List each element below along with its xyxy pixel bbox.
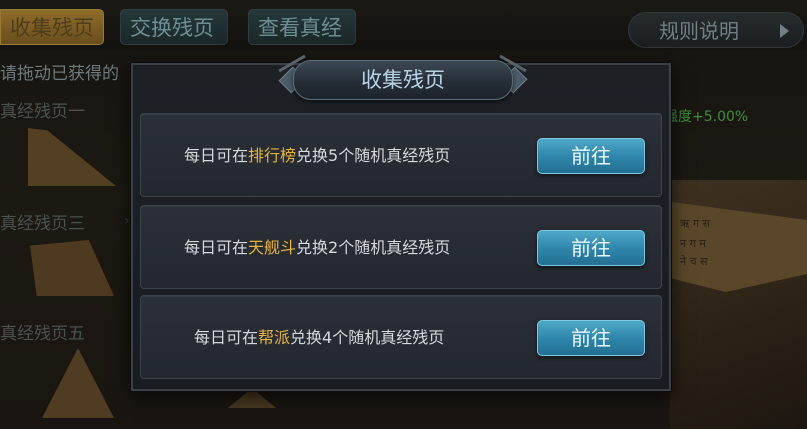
scrap-1-image[interactable] xyxy=(28,128,116,186)
bonus-strength-text: 强度+5.00% xyxy=(664,109,749,125)
chevron-right-icon: › xyxy=(124,213,130,229)
row-description: 每日可在天舰斗兑换2个随机真经残页 xyxy=(184,238,451,257)
goto-button[interactable]: 前往 xyxy=(537,230,645,266)
rules-button[interactable]: 规则说明 xyxy=(628,12,804,48)
source-row-arena: 每日可在天舰斗兑换2个随机真经残页 前往 xyxy=(140,205,662,289)
tab-exchange-pages[interactable]: 交换残页 xyxy=(120,9,228,45)
page-label-3: 真经残页三 xyxy=(0,214,85,234)
tab-view-scripture[interactable]: 查看真经 xyxy=(248,9,356,45)
goto-button[interactable]: 前往 xyxy=(537,320,645,356)
bottom-scrap-image xyxy=(228,388,276,408)
row-description: 每日可在排行榜兑换5个随机真经残页 xyxy=(184,146,451,165)
tab-collect-pages[interactable]: 收集残页 xyxy=(0,9,104,45)
page-label-5: 真经残页五 xyxy=(0,324,85,344)
drag-hint: 请拖动已获得的 xyxy=(0,64,119,84)
row-description: 每日可在帮派兑换4个随机真经残页 xyxy=(194,328,445,347)
source-highlight: 排行榜 xyxy=(248,146,297,165)
rules-label: 规则说明 xyxy=(659,19,739,43)
source-row-guild: 每日可在帮派兑换4个随机真经残页 前往 xyxy=(140,295,662,379)
scrap-5-image[interactable] xyxy=(42,348,114,418)
arrow-right-icon xyxy=(780,24,789,38)
page-label-1: 真经残页一 xyxy=(0,102,85,122)
dialog-title: 收集残页 xyxy=(361,68,445,92)
source-row-leaderboard: 每日可在排行榜兑换5个随机真经残页 前往 xyxy=(140,113,662,197)
source-highlight: 帮派 xyxy=(258,328,291,347)
source-highlight: 天舰斗 xyxy=(248,238,297,257)
goto-button[interactable]: 前往 xyxy=(537,138,645,174)
scrap-3-image[interactable] xyxy=(30,240,114,296)
